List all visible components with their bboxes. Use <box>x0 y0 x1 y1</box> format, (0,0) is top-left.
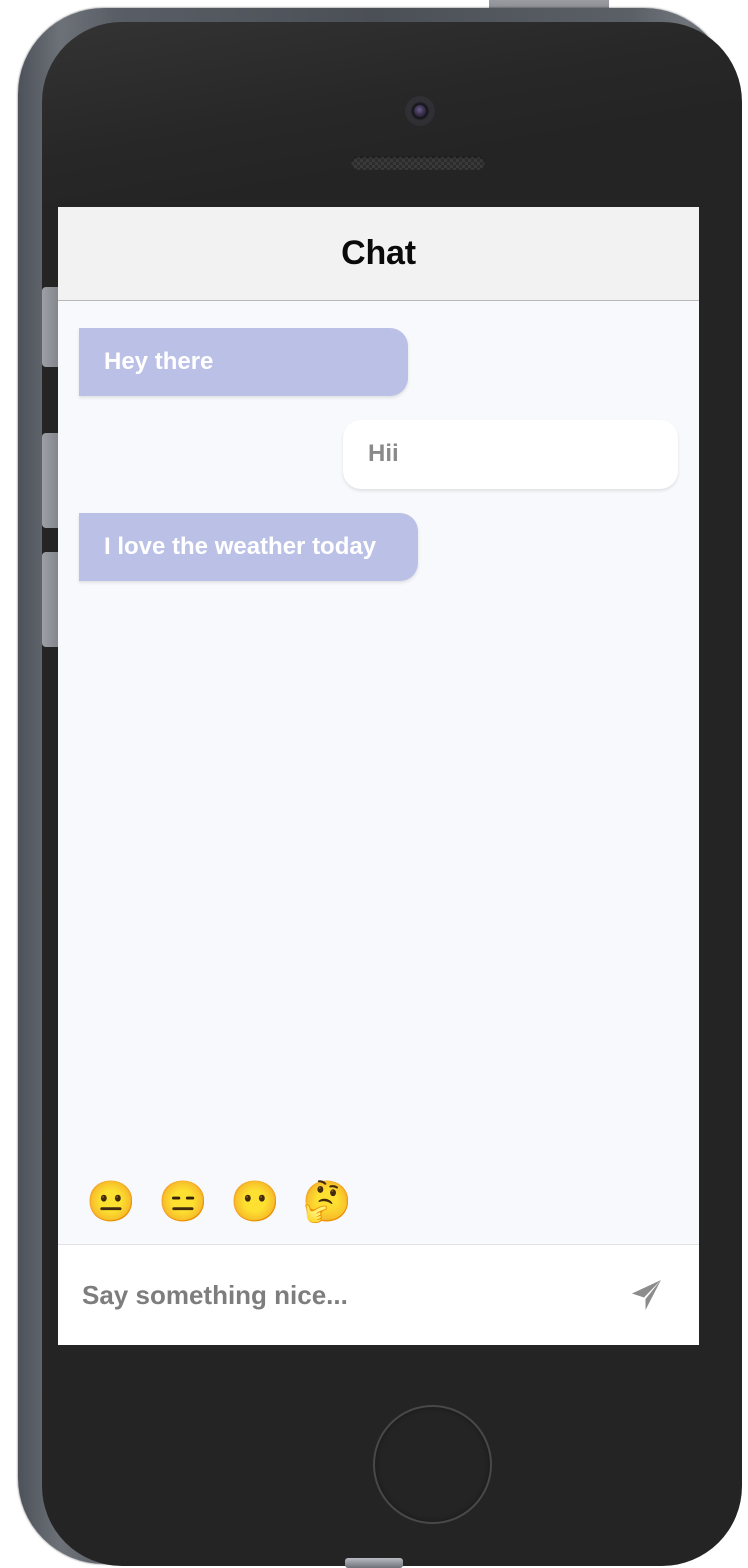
app-header: Chat <box>58 207 699 301</box>
message-row: Hii <box>58 420 699 489</box>
neutral-face-icon[interactable]: 😐 <box>86 1177 136 1227</box>
thinking-face-icon[interactable]: 🤔 <box>302 1177 352 1227</box>
message-composer <box>58 1244 699 1345</box>
face-without-mouth-icon[interactable]: 😶 <box>230 1177 280 1227</box>
message-row: Hey there <box>58 328 699 397</box>
send-paper-plane-icon <box>632 1280 661 1310</box>
expressionless-face-icon[interactable]: 😑 <box>158 1177 208 1227</box>
send-button[interactable] <box>619 1268 673 1322</box>
message-list[interactable]: Hey there Hii I love the weather today <box>58 301 699 1159</box>
message-input[interactable] <box>80 1278 619 1312</box>
charging-port <box>345 1558 403 1568</box>
emoji-reaction-bar: 😐 😑 😶 🤔 <box>58 1159 699 1244</box>
message-bubble-sender[interactable]: I love the weather today <box>79 512 418 582</box>
message-bubble-receiver[interactable]: Hii <box>343 420 678 489</box>
message-row: I love the weather today <box>58 512 699 582</box>
earpiece-speaker-icon <box>351 156 485 170</box>
home-button[interactable] <box>373 1405 492 1524</box>
page-title: Chat <box>341 234 416 272</box>
device-mockup: Chat Hey there Hii I love the weather to… <box>0 0 748 1568</box>
message-bubble-sender[interactable]: Hey there <box>79 328 408 397</box>
front-camera-icon <box>405 96 435 126</box>
phone-screen: Chat Hey there Hii I love the weather to… <box>58 207 699 1345</box>
